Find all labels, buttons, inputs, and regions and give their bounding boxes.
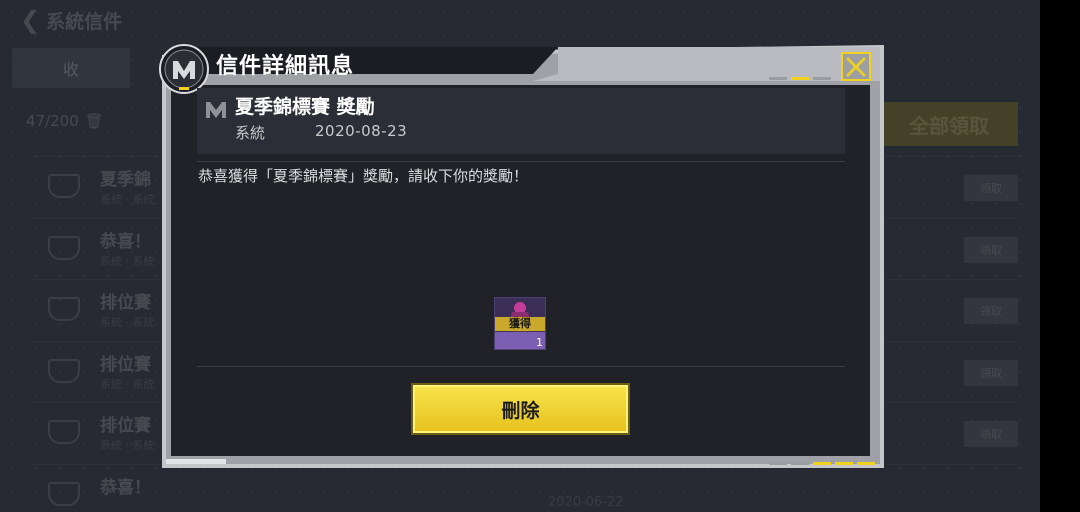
mail-sender: 系統 <box>235 124 266 142</box>
close-icon <box>846 56 866 77</box>
mail-detail-dialog: 信件詳細訊息 夏季錦標賽 獎勵 系統 2020-08-23 恭喜獲得「夏季錦標賽… <box>158 43 886 470</box>
bottom-deco-dashes <box>769 462 875 465</box>
mail-header: 夏季錦標賽 獎勵 系統 2020-08-23 <box>197 88 845 154</box>
divider <box>197 366 845 367</box>
mail-date: 2020-08-23 <box>315 122 408 140</box>
mail-title: 夏季錦標賽 獎勵 <box>235 96 375 118</box>
delete-button[interactable]: 刪除 <box>413 385 628 433</box>
mail-emblem-icon <box>206 102 226 118</box>
mail-body-text: 恭喜獲得「夏季錦標賽」獎勵，請收下你的獎勵！ <box>198 167 529 185</box>
title-deco-dashes <box>769 77 831 80</box>
delete-button-label: 刪除 <box>501 399 540 422</box>
close-button[interactable] <box>841 52 871 81</box>
divider <box>197 161 845 162</box>
reward-quantity: 1 <box>536 336 543 349</box>
screen-edge-bar <box>1040 0 1080 512</box>
reward-item[interactable]: 獲得 1 <box>494 297 546 350</box>
dialog-title: 信件詳細訊息 <box>216 54 355 79</box>
reward-obtained-label: 獲得 <box>495 317 545 331</box>
